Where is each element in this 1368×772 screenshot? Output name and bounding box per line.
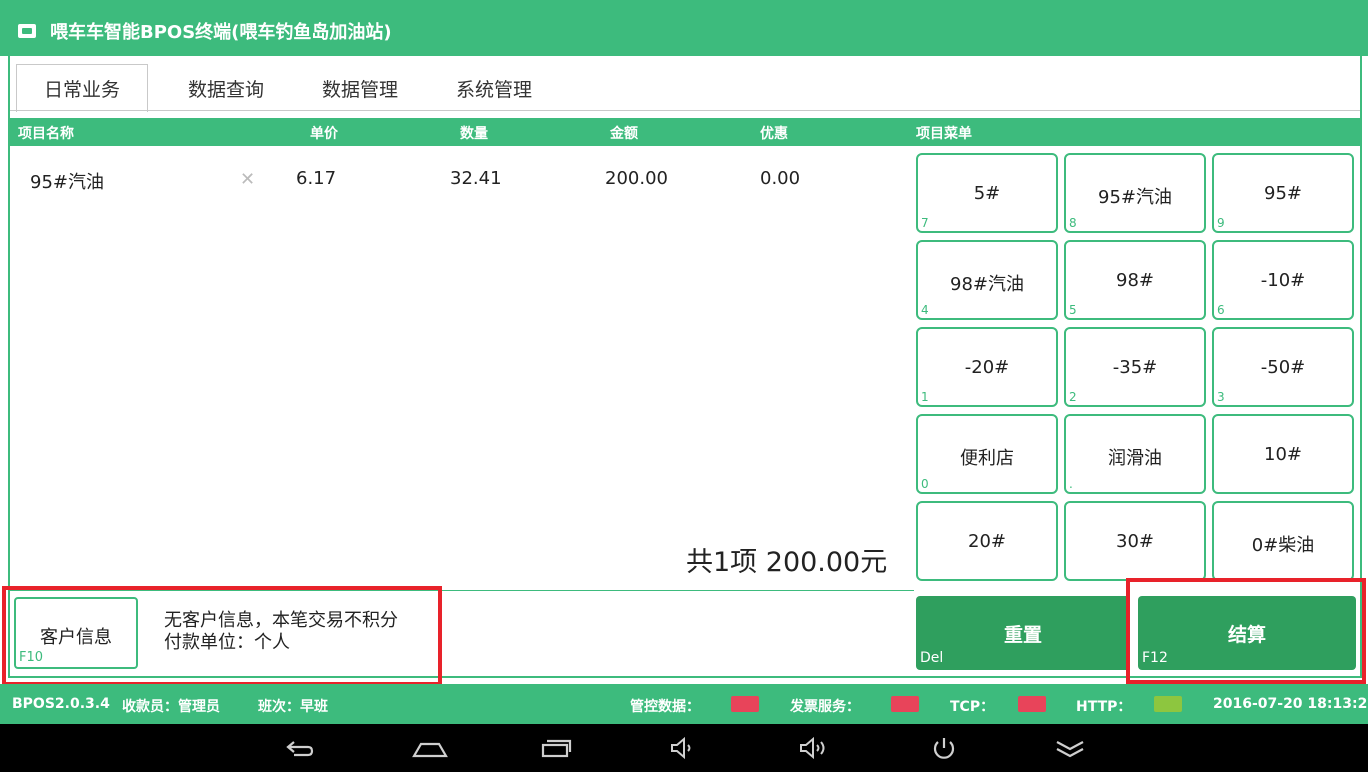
home-icon[interactable] [412,736,448,760]
control-data-label: 管控数据： [630,699,700,715]
key-hotkey: 9 [1217,216,1225,230]
key-label: 润滑油 [1108,448,1162,469]
header-item-menu: 项目菜单 [916,126,972,142]
menu-key-0-diesel[interactable]: 0#柴油 [1212,501,1354,581]
table-row[interactable]: 95#汽油 ✕ 6.17 32.41 200.00 0.00 [10,168,910,198]
key-label: 便利店 [960,448,1014,469]
key-hotkey: 3 [1217,390,1225,404]
customer-highlight-box [2,586,442,686]
menu-key-30[interactable]: 30# [1064,501,1206,581]
checkout-highlight-box [1126,578,1366,684]
http-indicator [1154,696,1182,712]
shift-text: 班次：早班 [258,699,328,715]
volume-up-icon[interactable] [798,736,830,760]
key-label: 0#柴油 [1251,535,1315,556]
menu-key-minus-20[interactable]: -20# 1 [916,327,1058,407]
tab-data-query[interactable]: 数据查询 [160,64,292,112]
tab-bar: 日常业务 数据查询 数据管理 系统管理 [10,60,1360,112]
menu-key-minus-35[interactable]: -35# 2 [1064,327,1206,407]
tab-data-management[interactable]: 数据管理 [294,64,426,112]
key-label: 20# [968,531,1006,552]
key-hotkey: 5 [1069,303,1077,317]
key-hotkey: 7 [921,216,929,230]
version-text: BPOS2.0.3.4 [12,696,110,712]
key-label: 95#汽油 [1098,187,1172,208]
order-total: 共1项 200.00元 [686,547,888,578]
power-icon[interactable] [928,736,960,760]
menu-key-lubricant[interactable]: 润滑油. [1064,414,1206,494]
menu-key-10[interactable]: 10# [1212,414,1354,494]
key-label: 10# [1264,444,1302,465]
menu-key-95[interactable]: 95# 9 [1212,153,1354,233]
key-hotkey: 6 [1217,303,1225,317]
key-hotkey: 8 [1069,216,1077,230]
key-label: 98# [1116,270,1154,291]
window-title: 喂车车智能BPOS终端(喂车钓鱼岛加油站) [50,22,392,43]
invoice-service-indicator [891,696,919,712]
key-label: -10# [1260,270,1306,291]
reset-hotkey: Del [920,650,944,666]
key-label: 30# [1116,531,1154,552]
tab-system-management[interactable]: 系统管理 [428,64,560,112]
cell-quantity: 32.41 [450,168,502,189]
key-label: -50# [1260,357,1306,378]
key-label: -35# [1112,357,1158,378]
key-label: 98#汽油 [950,274,1024,295]
recent-apps-icon[interactable] [540,736,572,760]
tab-daily-business[interactable]: 日常业务 [16,64,148,112]
header-discount: 优惠 [760,126,788,142]
collapse-icon[interactable] [1054,736,1086,760]
cashier-text: 收款员：管理员 [122,699,220,715]
http-label: HTTP： [1076,699,1132,715]
invoice-service-label: 发票服务： [790,699,860,715]
header-unit-price: 单价 [310,126,338,142]
menu-key-98[interactable]: 98# 5 [1064,240,1206,320]
status-bar: BPOS2.0.3.4 收款员：管理员 班次：早班 管控数据： 发票服务： TC… [0,684,1368,724]
app-icon [18,24,36,38]
header-item-name: 项目名称 [18,126,74,142]
key-hotkey: 4 [921,303,929,317]
grid-header: 项目名称 单价 数量 金额 优惠 项目菜单 [10,118,1362,146]
menu-key-convenience-store[interactable]: 便利店 0 [916,414,1058,494]
key-hotkey: 0 [921,477,929,491]
menu-key-minus-10[interactable]: -10# 6 [1212,240,1354,320]
tcp-indicator [1018,696,1046,712]
tcp-label: TCP： [950,699,995,715]
cell-unit-price: 6.17 [296,168,337,189]
cell-discount: 0.00 [760,168,801,189]
menu-key-minus-50[interactable]: -50# 3 [1212,327,1354,407]
key-hotkey: . [1069,477,1073,491]
back-icon[interactable] [284,736,316,760]
key-label: 5# [973,183,1001,204]
menu-key-20[interactable]: 20# [916,501,1058,581]
key-hotkey: 1 [921,390,929,404]
reset-label: 重置 [1003,624,1042,646]
key-label: 95# [1264,183,1302,204]
key-hotkey: 2 [1069,390,1077,404]
android-nav-bar [0,724,1368,772]
menu-key-95-gasoline[interactable]: 95#汽油 8 [1064,153,1206,233]
tab-divider [10,110,1360,111]
control-data-indicator [731,696,759,712]
menu-key-5[interactable]: 5# 7 [916,153,1058,233]
key-label: -20# [964,357,1010,378]
cell-item-name: 95#汽油 [30,172,104,193]
menu-key-98-gasoline[interactable]: 98#汽油 4 [916,240,1058,320]
header-amount: 金额 [610,126,638,142]
reset-button[interactable]: 重置 Del [916,596,1130,670]
datetime-text: 2016-07-20 18:13:25 [1213,696,1368,712]
header-quantity: 数量 [460,126,488,142]
close-icon[interactable]: ✕ [240,169,255,190]
title-bar: 喂车车智能BPOS终端(喂车钓鱼岛加油站) [0,0,1368,56]
cell-amount: 200.00 [605,168,668,189]
volume-down-icon[interactable] [668,736,700,760]
